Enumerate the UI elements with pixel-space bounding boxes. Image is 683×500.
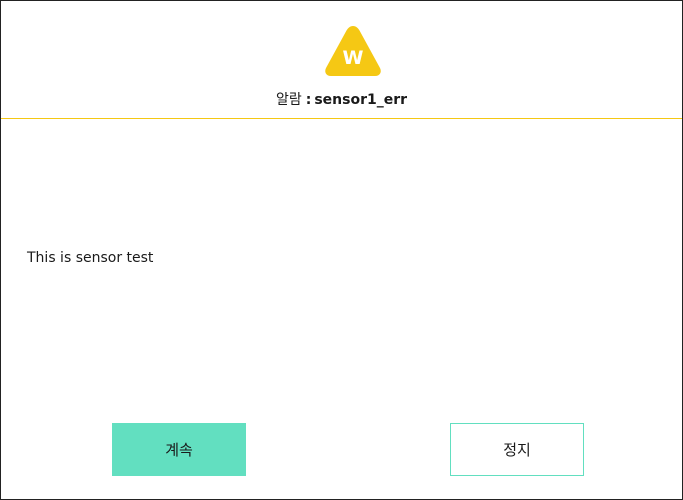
stop-button[interactable]: 정지	[450, 423, 584, 476]
dialog-header: W 알람: sensor1_err	[1, 1, 682, 119]
alarm-title: 알람: sensor1_err	[1, 91, 682, 109]
alarm-title-separator: :	[305, 92, 312, 108]
alarm-message: This is sensor test	[27, 250, 154, 266]
continue-button[interactable]: 계속	[112, 423, 246, 476]
alarm-name: sensor1_err	[314, 92, 408, 108]
alarm-dialog: W 알람: sensor1_err This is sensor test 계속 …	[0, 0, 683, 500]
warning-icon-letter: W	[343, 47, 364, 69]
alarm-title-prefix: 알람	[275, 92, 302, 108]
warning-triangle-icon: W	[325, 26, 381, 76]
